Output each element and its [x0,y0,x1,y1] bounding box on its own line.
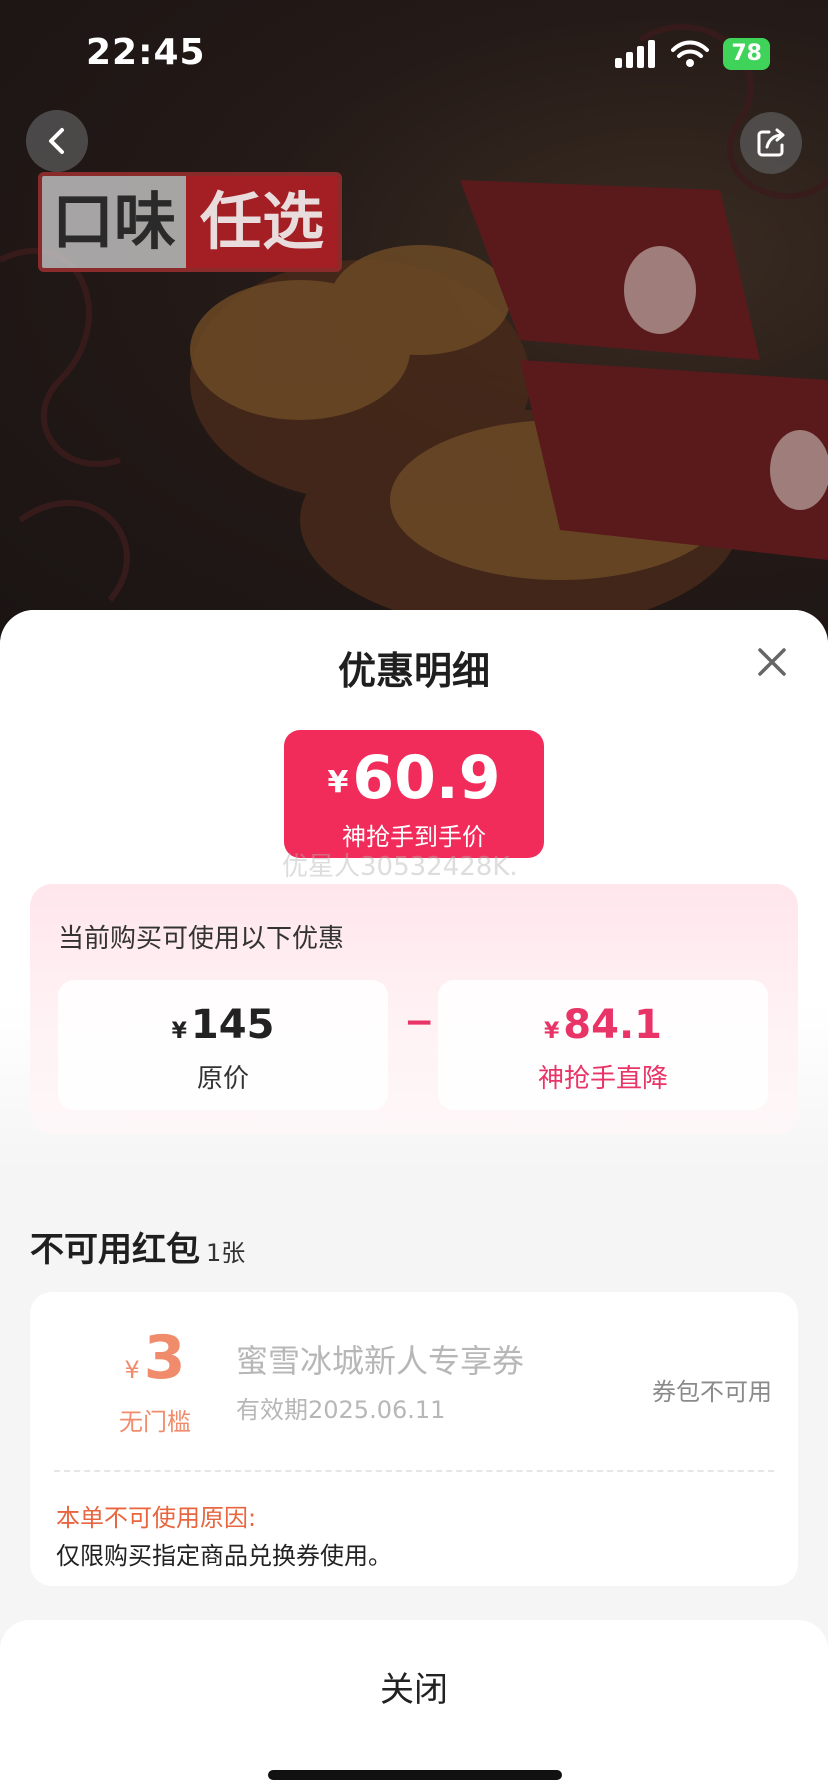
close-icon[interactable] [752,642,792,682]
watermark: 优星人30532428K. [282,852,518,882]
discount-detail-sheet: 优惠明细 ¥60.9 神抢手到手价 优星人30532428K. 当前购买可使用以… [0,610,828,1792]
promo-tag: 口味 任选 [38,172,343,272]
discount-breakdown: 当前购买可使用以下优惠 ¥145 原价 − ¥84.1 神抢手直降 [30,884,798,1134]
signal-icon [615,40,656,68]
coupon-validity: 有效期2025.06.11 [236,1396,446,1424]
coupon-reason-text: 仅限购买指定商品兑换券使用。 [56,1542,392,1570]
final-price: ¥60.9 [284,746,544,815]
promo-tag-part2: 任选 [186,176,339,268]
discount-title: 当前购买可使用以下优惠 [58,924,345,954]
home-indicator [268,1770,562,1780]
battery-icon: 78 [723,38,770,70]
wifi-icon [671,40,710,67]
share-button[interactable] [740,112,802,174]
minus-operator: − [404,1002,435,1043]
hero-banner: 22:45 78 口味 任选 [0,0,828,640]
reduction-currency: ¥ [543,1019,560,1044]
status-bar: 22:45 78 [0,0,828,110]
back-arrow-icon [49,128,64,154]
share-icon [757,128,785,157]
original-price-currency: ¥ [171,1019,187,1044]
reduction-cell: ¥84.1 神抢手直降 [438,980,768,1110]
unavailable-count: 1张 [206,1239,246,1267]
back-button[interactable] [26,110,88,172]
final-price-card: ¥60.9 神抢手到手价 [284,730,544,858]
coupon-divider [54,1470,774,1472]
final-price-value: 60.9 [352,743,501,813]
close-button[interactable]: 关闭 [0,1662,828,1711]
unavailable-title-text: 不可用红包 [30,1230,200,1270]
sheet-footer: 关闭 [0,1620,828,1792]
coupon-amount: ¥3 [100,1326,210,1390]
final-price-currency: ¥ [327,765,349,800]
original-price-value: 145 [190,1002,275,1048]
coupon-condition: 无门槛 [119,1408,191,1436]
status-time: 22:45 [86,32,206,73]
original-price-cell: ¥145 原价 [58,980,388,1110]
status-icons: 78 [615,38,770,70]
coupon-currency: ¥ [124,1356,140,1384]
reduction-label: 神抢手直降 [537,1064,668,1094]
coupon-name: 蜜雪冰城新人专享券 [236,1342,525,1380]
original-price: ¥145 [58,1002,388,1048]
coupon-status: 券包不可用 [652,1378,772,1406]
sheet-title: 优惠明细 [337,649,490,693]
promo-tag-part1: 口味 [42,176,187,268]
coupon-amount-value: 3 [143,1323,186,1393]
coupon-reason-title: 本单不可使用原因: [56,1504,257,1532]
original-price-label: 原价 [196,1064,249,1094]
reduction-value: 84.1 [563,1002,662,1048]
unavailable-section-title: 不可用红包 1张 [30,1222,245,1271]
coupon-card[interactable]: ¥3 无门槛 蜜雪冰城新人专享券 有效期2025.06.11 券包不可用 本单不… [30,1292,798,1586]
reduction-amount: ¥84.1 [438,1002,768,1048]
